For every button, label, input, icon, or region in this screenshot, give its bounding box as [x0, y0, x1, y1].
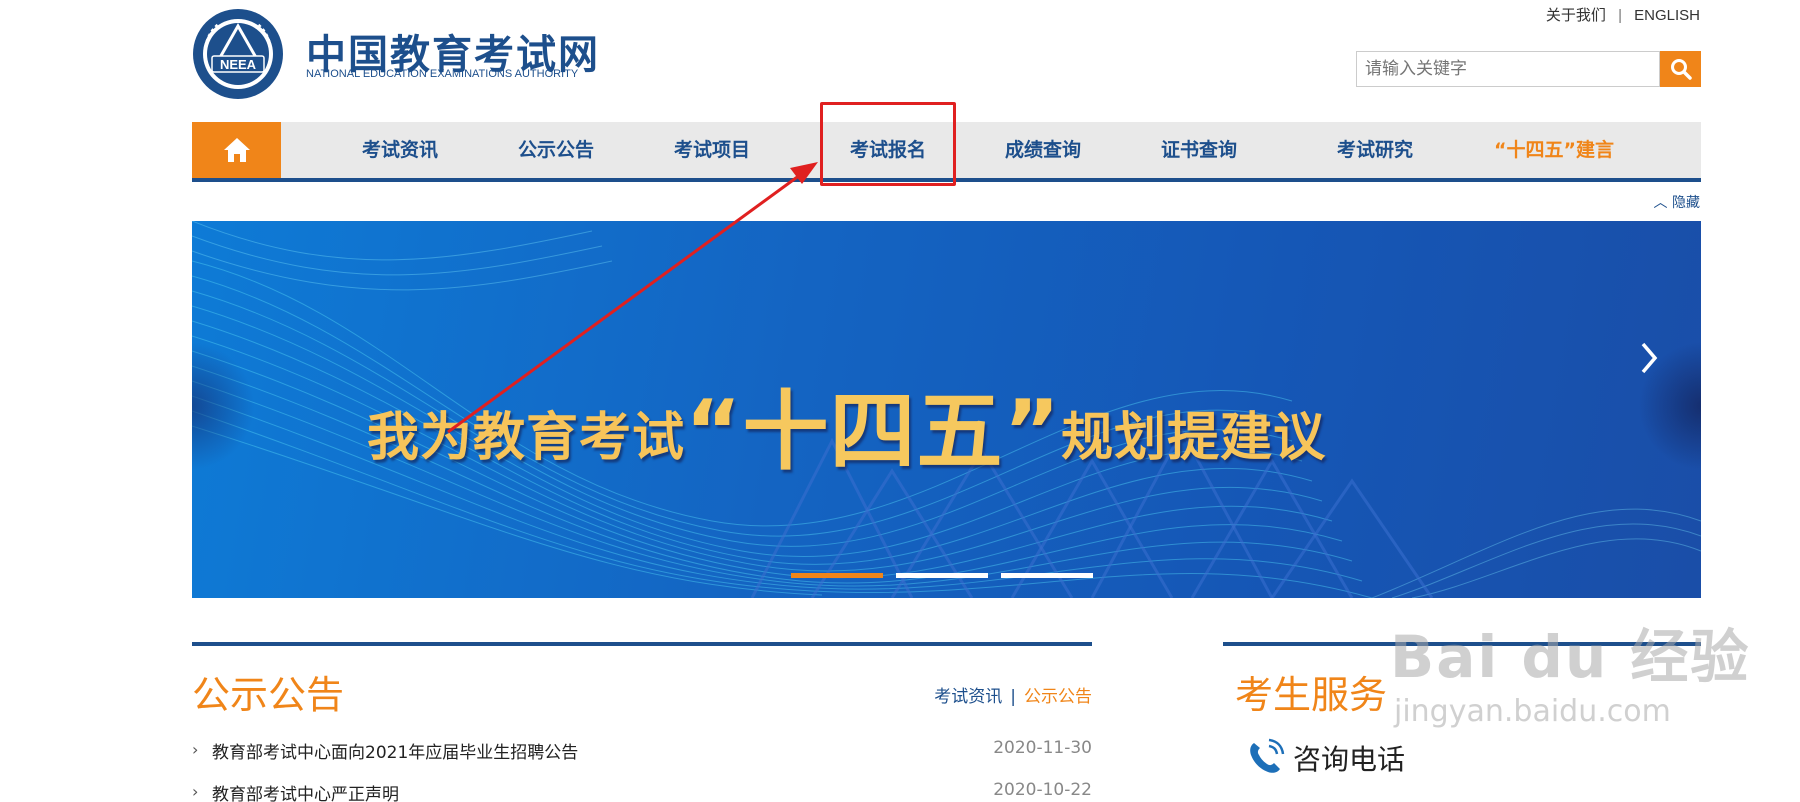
list-item[interactable]: › 教育部考试中心面向2021年应届毕业生招聘公告 2020-11-30: [192, 738, 1092, 780]
chevron-up-icon: ︿: [1653, 195, 1668, 211]
consult-phone-label: 咨询电话: [1293, 743, 1406, 776]
nav-item-exam-registration[interactable]: 考试报名: [850, 122, 926, 178]
chevron-right-icon: ›: [192, 782, 199, 801]
chevron-right-icon: ›: [192, 740, 199, 759]
notice-title[interactable]: 教育部考试中心面向2021年应届毕业生招聘公告: [212, 738, 578, 763]
nav-item-exam-research[interactable]: 考试研究: [1337, 122, 1413, 178]
notice-title[interactable]: 教育部考试中心严正声明: [212, 780, 399, 802]
banner-pagination: [791, 573, 1093, 578]
chevron-right-icon: [1641, 342, 1658, 374]
banner-prev-button[interactable]: [192, 341, 254, 471]
hide-banner-link[interactable]: ︿ 隐藏: [1654, 192, 1700, 212]
nav-item-score-query[interactable]: 成绩查询: [1005, 122, 1081, 178]
banner-text-big: “十四五”: [685, 382, 1062, 482]
tab-announcements[interactable]: 公示公告: [1024, 687, 1092, 707]
banner-text-before: 我为教育考试: [367, 408, 686, 468]
banner-headline: 我为教育考试“十四五”规划提建议: [367, 361, 1326, 486]
about-us-link[interactable]: 关于我们: [1546, 7, 1606, 24]
chevron-left-icon: [192, 341, 194, 375]
english-link[interactable]: ENGLISH: [1634, 7, 1700, 24]
baidu-watermark: Bai du 经验 jingyan.baidu.com: [1390, 610, 1750, 729]
main-nav: 考试资讯 公示公告 考试项目 考试报名 成绩查询 证书查询 考试研究 “十四五”…: [192, 122, 1701, 182]
top-links: 关于我们 | ENGLISH: [1546, 4, 1700, 25]
notice-date: 2020-10-22: [993, 780, 1092, 800]
banner-dot-1[interactable]: [791, 573, 883, 578]
list-item[interactable]: › 教育部考试中心严正声明 2020-10-22: [192, 780, 1092, 802]
tab-exam-news[interactable]: 考试资讯: [934, 687, 1002, 707]
banner-next-button[interactable]: [1639, 341, 1701, 471]
nav-item-announcements[interactable]: 公示公告: [518, 122, 594, 178]
tab-separator: |: [1010, 687, 1016, 707]
neea-logo[interactable]: NEEA: [192, 8, 284, 100]
notice-panel-title: 公示公告: [192, 673, 345, 717]
watermark-main: Bai du 经验: [1390, 623, 1751, 691]
hide-label: 隐藏: [1672, 195, 1700, 211]
banner-dot-2[interactable]: [896, 573, 988, 578]
banner-dot-3[interactable]: [1001, 573, 1093, 578]
nav-item-exam-news[interactable]: 考试资讯: [362, 122, 438, 178]
logo-text: NEEA: [220, 57, 257, 72]
search-button[interactable]: [1660, 51, 1701, 87]
banner-text-after: 规划提建议: [1061, 408, 1327, 468]
nav-home[interactable]: [192, 122, 281, 178]
consult-phone-link[interactable]: 咨询电话: [1245, 738, 1405, 778]
nav-item-exam-projects[interactable]: 考试项目: [674, 122, 750, 178]
notice-date: 2020-11-30: [993, 738, 1092, 758]
site-subtitle: NATIONAL EDUCATION EXAMINATIONS AUTHORIT…: [306, 68, 579, 80]
phone-icon: [1250, 738, 1285, 773]
search-input[interactable]: [1356, 51, 1660, 87]
nav-item-certificate-query[interactable]: 证书查询: [1161, 122, 1237, 178]
student-services-title: 考生服务: [1235, 673, 1388, 717]
student-services-panel: 考生服务 咨询电话: [1223, 642, 1701, 776]
notice-list: › 教育部考试中心面向2021年应届毕业生招聘公告 2020-11-30 › 教…: [192, 738, 1092, 802]
watermark-sub: jingyan.baidu.com: [1394, 694, 1671, 729]
nav-item-14th-plan-advice[interactable]: “十四五”建言: [1494, 122, 1614, 178]
notice-tabs: 考试资讯 | 公示公告: [934, 682, 1092, 707]
notice-panel: 公示公告 考试资讯 | 公示公告 › 教育部考试中心面向2021年应届毕业生招聘公告…: [192, 642, 1092, 802]
home-icon: [223, 138, 250, 162]
top-links-separator: |: [1618, 7, 1622, 24]
banner-carousel[interactable]: 我为教育考试“十四五”规划提建议: [192, 221, 1701, 598]
search-icon: [1670, 59, 1692, 80]
